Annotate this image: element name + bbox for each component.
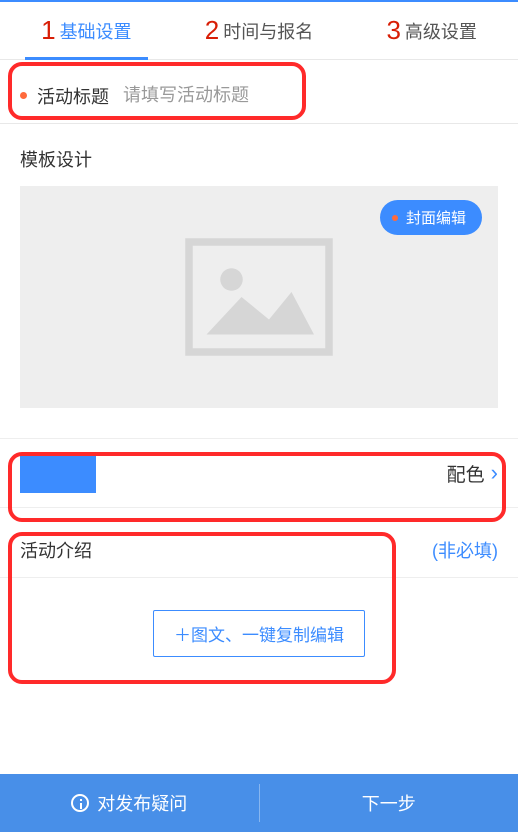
tab-basic-settings[interactable]: 1 基础设置 (0, 2, 173, 59)
footer-left-label: 对发布疑问 (97, 790, 187, 816)
image-placeholder-icon (184, 237, 334, 357)
cover-image-area[interactable]: 封面编辑 (20, 186, 498, 408)
tab-number: 3 (386, 15, 400, 46)
footer-toolbar: 对发布疑问 下一步 (0, 774, 518, 832)
tab-number: 2 (205, 15, 219, 46)
cover-edit-label: 封面编辑 (406, 207, 466, 228)
tab-number: 1 (41, 15, 55, 46)
chevron-right-icon: › (491, 462, 498, 484)
activity-intro-row: 活动介绍 (非必填) (0, 522, 518, 578)
required-dot-icon (392, 215, 398, 221)
publish-question-button[interactable]: 对发布疑问 (0, 774, 259, 832)
step-tabs: 1 基础设置 2 时间与报名 3 高级设置 (0, 2, 518, 60)
add-content-button[interactable]: ＋图文、一键复制编辑 (153, 610, 365, 657)
color-scheme-label: 配色 (447, 460, 485, 487)
optional-hint: (非必填) (432, 537, 498, 563)
activity-title-label: 活动标题 (37, 83, 109, 109)
info-icon (71, 794, 89, 812)
activity-intro-label: 活动介绍 (20, 537, 92, 563)
color-swatch (20, 453, 96, 493)
tab-label: 基础设置 (60, 18, 132, 44)
tab-time-signup[interactable]: 2 时间与报名 (173, 2, 346, 59)
activity-title-input[interactable] (123, 85, 498, 106)
next-step-button[interactable]: 下一步 (260, 774, 518, 832)
tab-label: 时间与报名 (223, 18, 313, 44)
required-dot-icon (20, 92, 27, 99)
cover-edit-button[interactable]: 封面编辑 (380, 200, 482, 235)
footer-right-label: 下一步 (362, 790, 416, 816)
template-section-heading: 模板设计 (0, 124, 518, 186)
tab-advanced-settings[interactable]: 3 高级设置 (345, 2, 518, 59)
tab-label: 高级设置 (405, 18, 477, 44)
activity-title-row: 活动标题 (0, 68, 518, 124)
color-scheme-row[interactable]: 配色 › (0, 438, 518, 508)
activity-intro-body: ＋图文、一键复制编辑 (0, 578, 518, 697)
